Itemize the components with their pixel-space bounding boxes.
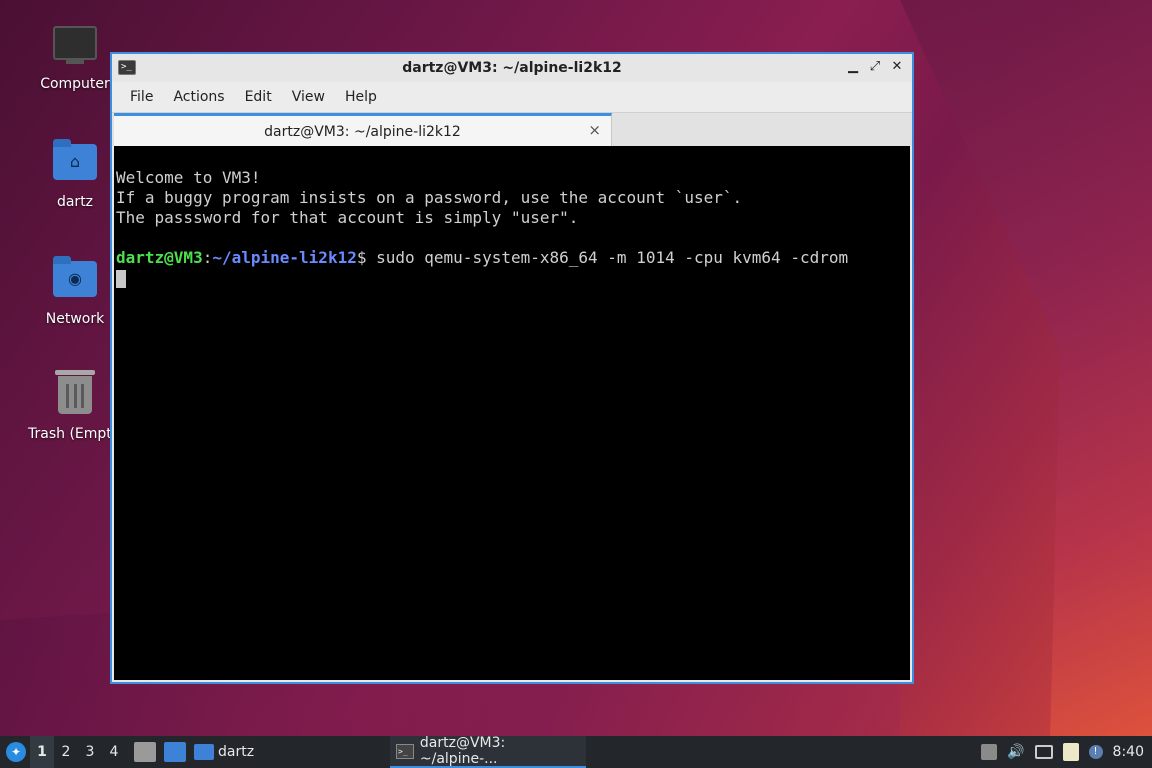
show-desktop-icon[interactable] bbox=[164, 742, 186, 762]
quicklaunch-home-folder[interactable]: dartz bbox=[194, 744, 254, 760]
prompt-path: ~/alpine-li2k12 bbox=[212, 248, 357, 267]
quicklaunch-label: dartz bbox=[218, 744, 255, 760]
menu-view[interactable]: View bbox=[284, 85, 333, 109]
computer-icon bbox=[53, 26, 97, 70]
close-button[interactable]: ✕ bbox=[888, 58, 906, 76]
network-folder-icon: ◉ bbox=[53, 256, 97, 305]
prompt-separator: : bbox=[202, 248, 213, 267]
terminal-icon: >_ bbox=[396, 743, 414, 759]
volume-icon[interactable]: 🔊 bbox=[1007, 744, 1024, 760]
desktop-icon-label: Trash (Empty) bbox=[28, 426, 118, 442]
tab-label: dartz@VM3: ~/alpine-li2k12 bbox=[264, 123, 461, 140]
menu-file[interactable]: File bbox=[122, 85, 161, 109]
terminal-app-icon[interactable]: >_ bbox=[118, 60, 136, 75]
menu-actions[interactable]: Actions bbox=[165, 85, 232, 109]
taskbar-task-terminal[interactable]: >_ dartz@VM3: ~/alpine-... bbox=[390, 735, 586, 768]
workspace-3[interactable]: 3 bbox=[78, 744, 102, 760]
system-tray: 🔊 ! 8:40 bbox=[981, 736, 1152, 768]
workspace-4[interactable]: 4 bbox=[102, 744, 126, 760]
window-title: dartz@VM3: ~/alpine-li2k12 bbox=[402, 60, 622, 76]
minimize-button[interactable]: ▁ bbox=[844, 58, 862, 76]
removable-media-icon[interactable] bbox=[981, 744, 998, 760]
terminal-prompt-line: dartz@VM3:~/alpine-li2k12$ sudo qemu-sys… bbox=[116, 248, 910, 268]
clipboard-icon[interactable] bbox=[1062, 743, 1079, 761]
menubar: File Actions Edit View Help bbox=[112, 82, 912, 112]
workspace-2[interactable]: 2 bbox=[54, 744, 78, 760]
prompt-symbol: $ bbox=[356, 248, 377, 267]
text-cursor bbox=[116, 269, 126, 288]
menu-help[interactable]: Help bbox=[337, 85, 385, 109]
application-menu-button[interactable]: ✦ bbox=[2, 738, 30, 766]
terminal-output[interactable]: Welcome to VM3! If a buggy program insist… bbox=[114, 146, 910, 680]
terminal-window[interactable]: >_ dartz@VM3: ~/alpine-li2k12 ▁ ⤢ ✕ File… bbox=[110, 52, 914, 684]
network-icon[interactable] bbox=[1034, 745, 1053, 759]
tab-close-button[interactable]: × bbox=[588, 121, 601, 139]
trash-icon bbox=[53, 370, 97, 420]
prompt-command: sudo qemu-system-x86_64 -m 1014 -cpu kvm… bbox=[376, 248, 849, 267]
workspace-1[interactable]: 1 bbox=[30, 736, 54, 768]
terminal-line: The passsword for that account is simply… bbox=[116, 208, 579, 227]
tab-bar: dartz@VM3: ~/alpine-li2k12 × bbox=[112, 112, 912, 147]
maximize-button[interactable]: ⤢ bbox=[866, 58, 884, 76]
lxqt-logo-icon: ✦ bbox=[6, 742, 26, 762]
task-label: dartz@VM3: ~/alpine-... bbox=[419, 735, 506, 767]
prompt-user: dartz@VM3 bbox=[116, 248, 203, 267]
menu-edit[interactable]: Edit bbox=[237, 85, 280, 109]
home-folder-icon: ⌂ bbox=[53, 139, 97, 188]
terminal-line: Welcome to VM3! bbox=[116, 168, 261, 187]
terminal-cursor-line bbox=[116, 268, 910, 288]
notification-icon[interactable]: ! bbox=[1088, 745, 1103, 759]
tab-terminal[interactable]: dartz@VM3: ~/alpine-li2k12 × bbox=[114, 113, 612, 147]
terminal-line: If a buggy program insists on a password… bbox=[116, 188, 743, 207]
clock[interactable]: 8:40 bbox=[1113, 744, 1144, 760]
taskbar: ✦ 1 2 3 4 dartz >_ dartz@VM3: ~/alpine-.… bbox=[0, 735, 1152, 768]
window-titlebar[interactable]: >_ dartz@VM3: ~/alpine-li2k12 ▁ ⤢ ✕ bbox=[112, 54, 912, 82]
folder-icon bbox=[194, 744, 214, 760]
file-manager-launcher-icon[interactable] bbox=[134, 742, 156, 762]
